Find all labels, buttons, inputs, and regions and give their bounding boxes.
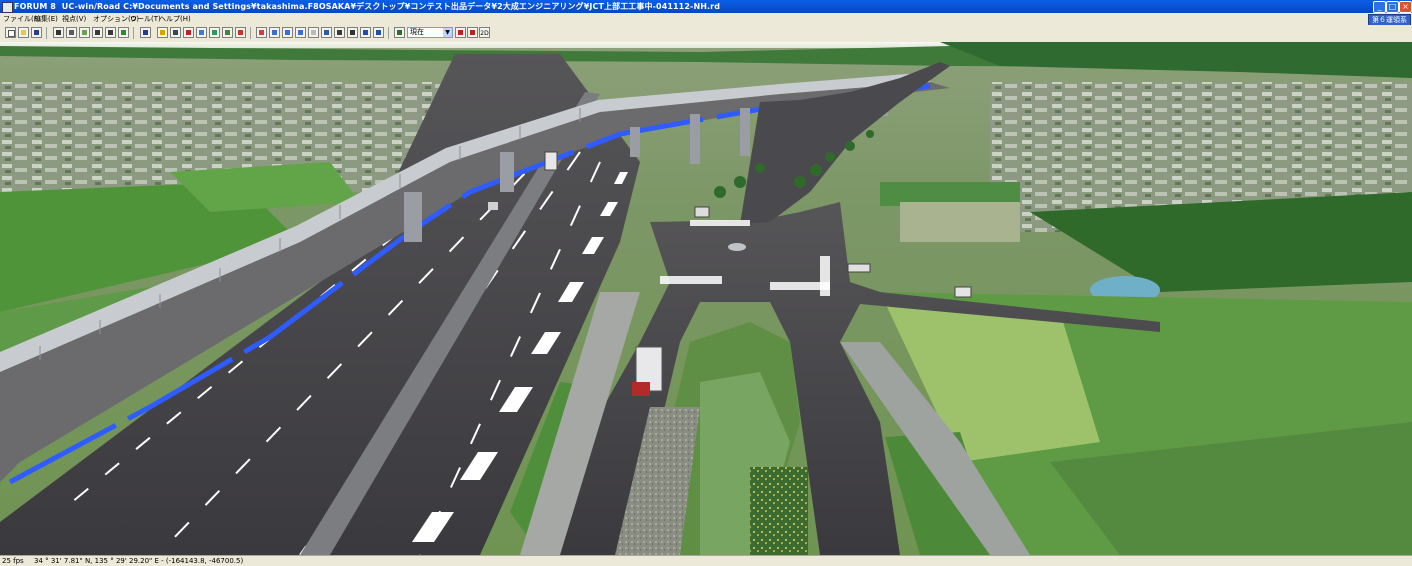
move-icon[interactable]: [282, 27, 293, 38]
scene-render: [0, 42, 1412, 555]
menu-view[interactable]: 視点(V): [62, 14, 86, 24]
zoom-icon[interactable]: [269, 27, 280, 38]
bus-icon[interactable]: [373, 27, 384, 38]
viewpoint-icon[interactable]: [394, 27, 405, 38]
view-mode-value: 現在: [410, 28, 424, 36]
compass-icon[interactable]: [321, 27, 332, 38]
reset-view-icon[interactable]: [308, 27, 319, 38]
pen-tool-icon[interactable]: [53, 27, 64, 38]
traffic-signal-icon[interactable]: [157, 27, 168, 38]
new-file-icon[interactable]: [5, 27, 16, 38]
3d-viewport[interactable]: [0, 42, 1412, 555]
app-name: FORUM 8: [14, 2, 56, 11]
weather-icon[interactable]: [222, 27, 233, 38]
app-icon[interactable]: [2, 2, 13, 13]
pause-icon[interactable]: [347, 27, 358, 38]
open-folder-icon[interactable]: [18, 27, 29, 38]
title-bar: FORUM 8 UC-win/Road C:¥Documents and Set…: [0, 0, 1412, 13]
walk-icon[interactable]: [92, 27, 103, 38]
menu-edit[interactable]: 編集(E): [34, 14, 58, 24]
terrain-icon[interactable]: [79, 27, 90, 38]
toolbar: 現在 ▼ 2D: [0, 25, 1412, 43]
flag-icon[interactable]: [467, 27, 478, 38]
sign-icon[interactable]: [140, 27, 151, 38]
toolbar-separator: [133, 27, 134, 39]
scene-icon[interactable]: [235, 27, 246, 38]
save-icon[interactable]: [31, 27, 42, 38]
window-path: UC-win/Road C:¥Documents and Settings¥ta…: [61, 2, 721, 11]
rotate-icon[interactable]: [295, 27, 306, 38]
menu-help[interactable]: ヘルプ(H): [159, 14, 191, 24]
globe-icon[interactable]: [209, 27, 220, 38]
pedestrian-icon[interactable]: [105, 27, 116, 38]
drive-icon[interactable]: [360, 27, 371, 38]
field: [900, 202, 1020, 242]
toolbar-separator: [250, 27, 251, 39]
stop-sign-icon[interactable]: [455, 27, 466, 38]
toolbar-separator: [46, 27, 47, 39]
record-icon[interactable]: [334, 27, 345, 38]
close-button[interactable]: ×: [1399, 1, 1412, 13]
menu-tools[interactable]: ツール(T): [130, 14, 161, 24]
tree-icon[interactable]: [118, 27, 129, 38]
window-title: FORUM 8 UC-win/Road C:¥Documents and Set…: [14, 1, 720, 12]
chevron-down-icon[interactable]: ▼: [443, 28, 452, 37]
fly-icon[interactable]: [256, 27, 267, 38]
toolbar-separator: [388, 27, 389, 39]
road-edit-icon[interactable]: [66, 27, 77, 38]
maximize-button[interactable]: □: [1386, 1, 1399, 13]
status-bar: 25 fps 34 ° 31' 7.81" N, 135 ° 29' 29.20…: [0, 555, 1412, 566]
2d-view-button[interactable]: 2D: [479, 27, 490, 38]
car-icon[interactable]: [183, 27, 194, 38]
palette-icon[interactable]: [196, 27, 207, 38]
view-mode-select[interactable]: 現在 ▼: [407, 27, 453, 38]
flower-bed: [750, 467, 808, 555]
camera-icon[interactable]: [170, 27, 181, 38]
minimize-button[interactable]: _: [1373, 1, 1386, 13]
